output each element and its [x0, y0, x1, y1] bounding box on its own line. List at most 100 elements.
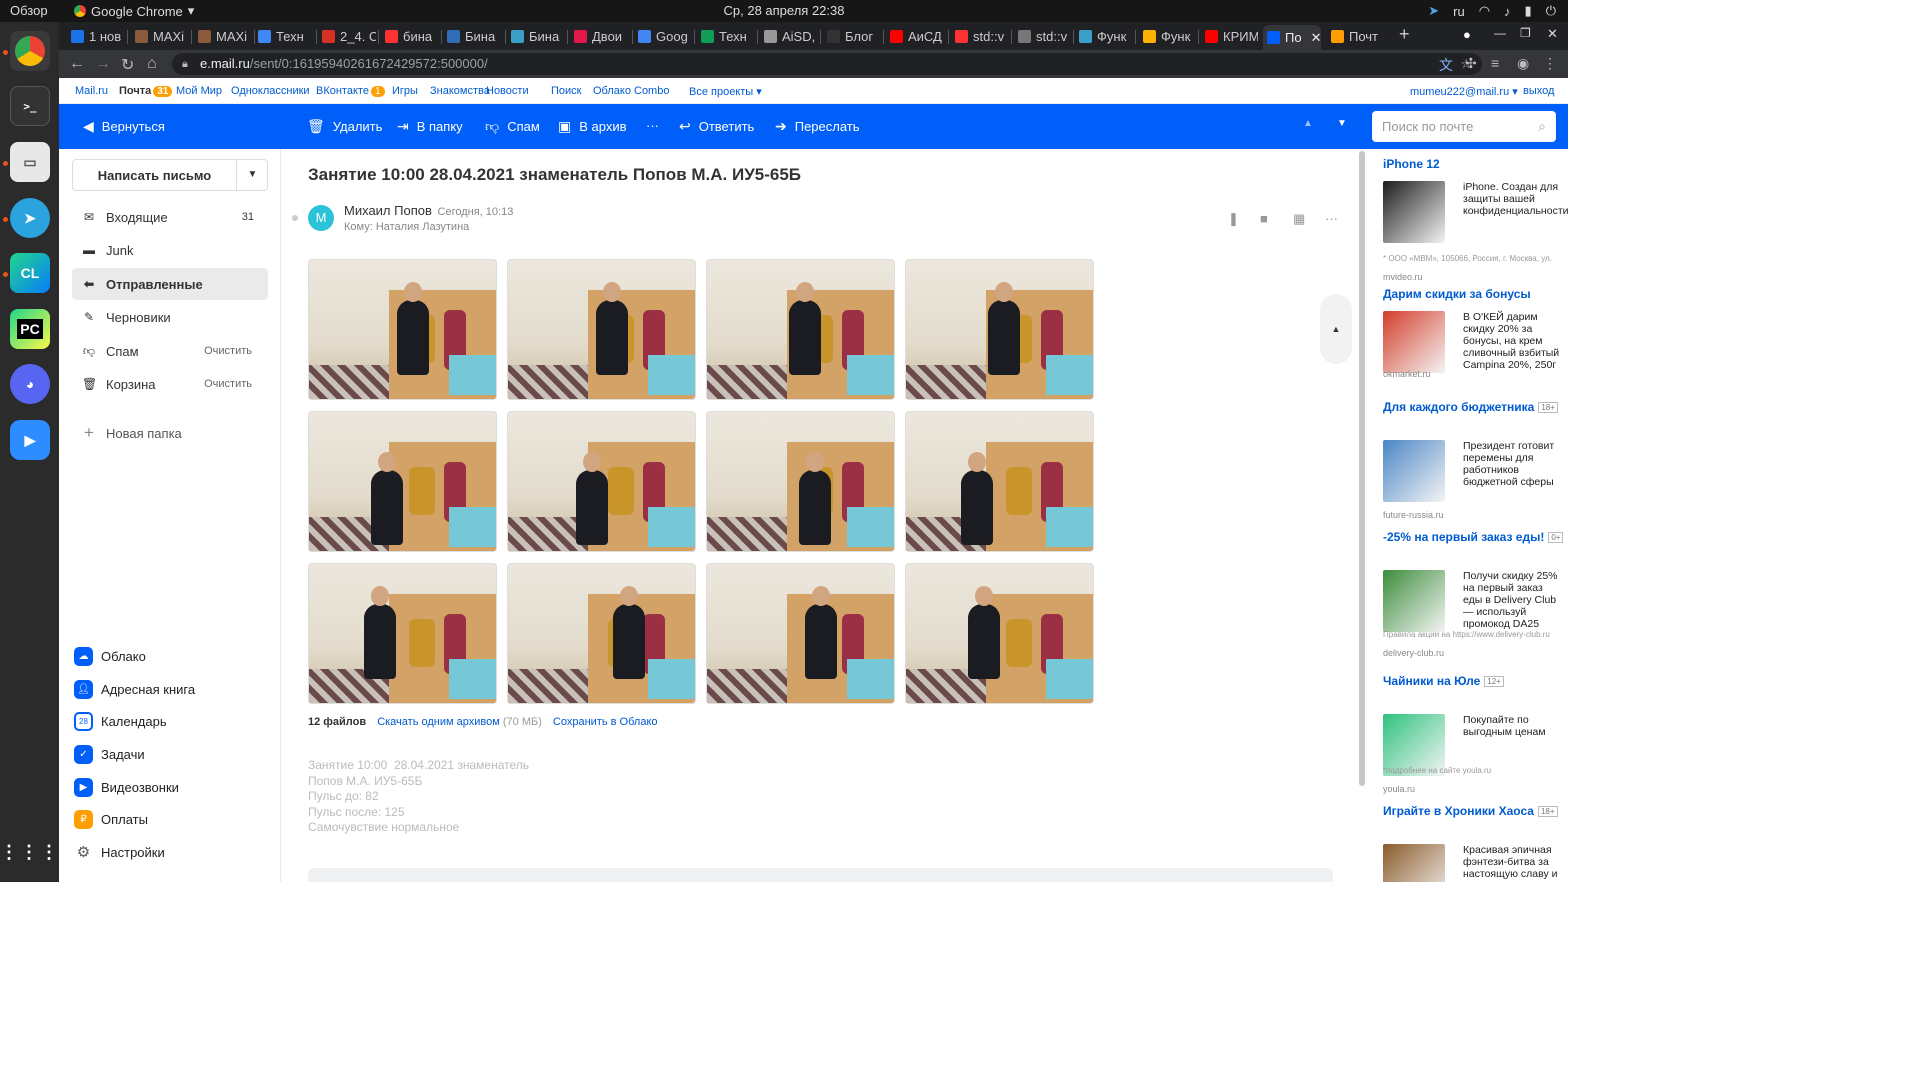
forward-button[interactable]: ➔ Переслать — [775, 118, 860, 135]
reply-button[interactable]: ↩ Ответить — [679, 118, 754, 135]
portal-link[interactable]: Mail.ru — [75, 85, 108, 97]
new-folder-button[interactable]: + Новая папка — [72, 417, 268, 449]
calendar-event-icon[interactable]: ▦ — [1293, 211, 1305, 227]
compose-button[interactable]: Написать письмо ▼ — [72, 159, 268, 191]
portal-link[interactable]: Облако — [593, 85, 631, 97]
attachment-thumbnail[interactable] — [706, 259, 895, 400]
attachment-thumbnail[interactable] — [706, 411, 895, 552]
playlist-icon[interactable]: ≡ — [1491, 55, 1499, 71]
ad-block[interactable]: Играйте в Хроники Хаоса 18+ Красивая эпичн… — [1383, 804, 1563, 882]
message-recipient[interactable]: Кому: Наталия Лазутина — [344, 221, 469, 233]
translate-extension-icon[interactable]: 文 — [1439, 55, 1453, 75]
ad-domain[interactable]: youla.ru — [1383, 784, 1415, 794]
clear-folder-button[interactable]: Очистить — [204, 378, 252, 390]
folder-1[interactable]: ✉ Входящие 31 — [72, 201, 268, 233]
portal-link[interactable]: Combo — [634, 85, 669, 97]
portal-link[interactable]: Мой Мир — [176, 85, 222, 97]
attachment-thumbnail[interactable] — [905, 563, 1094, 704]
sender-name[interactable]: Михаил Попов — [344, 203, 432, 218]
portal-link[interactable]: Поиск — [551, 85, 581, 97]
zoom-dock-icon[interactable]: ▶ — [10, 420, 50, 460]
ad-title[interactable]: -25% на первый заказ еды! 0+ — [1383, 530, 1564, 544]
ad-image[interactable] — [1383, 570, 1445, 632]
extensions-icon[interactable]: ✣ — [1465, 55, 1477, 72]
ad-title[interactable]: Чайники на Юле 12+ — [1383, 674, 1563, 688]
profile-avatar-icon[interactable]: ◉ — [1517, 55, 1529, 72]
browser-tab[interactable]: MAXi — [131, 25, 189, 47]
pycharm-dock-icon[interactable]: PC — [10, 309, 50, 349]
download-archive-link[interactable]: Скачать одним архивом — [377, 716, 500, 728]
attachment-thumbnail[interactable] — [308, 411, 497, 552]
browser-tab[interactable]: АиСД — [886, 25, 946, 47]
ad-block[interactable]: Для каждого бюджетника 18+ Президент готов… — [1383, 400, 1563, 520]
folder-5[interactable]: 👎︎ Спам Очистить — [72, 335, 268, 367]
browser-tab[interactable]: 2_4. С — [318, 25, 376, 47]
ad-image[interactable] — [1383, 440, 1445, 502]
attachment-thumbnail[interactable] — [308, 259, 497, 400]
ad-domain[interactable]: future-russia.ru — [1383, 510, 1444, 520]
video-call-icon[interactable]: ■ — [1260, 211, 1268, 226]
ad-image[interactable] — [1383, 311, 1445, 373]
delete-button[interactable]: 🗑︎ Удалить — [307, 118, 382, 135]
portal-link[interactable]: Почта 31 — [119, 85, 173, 97]
archive-button[interactable]: ▣ В архив — [558, 118, 627, 135]
browser-tab[interactable]: Техн — [254, 25, 314, 47]
browser-tab[interactable]: Блог — [823, 25, 881, 47]
url-field[interactable]: 🔒︎ e.mail.ru/sent/0:16195940261672429572… — [172, 53, 1482, 75]
bookmark-icon[interactable]: ❚ — [1228, 211, 1239, 227]
portal-link[interactable]: Все проекты ▾ — [689, 85, 762, 98]
clear-folder-button[interactable]: Очистить — [204, 345, 252, 357]
portal-link[interactable]: Знакомства — [430, 85, 490, 97]
folder-2[interactable]: ▬ Junk — [72, 234, 268, 266]
ad-title[interactable]: iPhone 12 — [1383, 157, 1563, 171]
ad-title[interactable]: Дарим скидки за бонусы — [1383, 287, 1563, 301]
ad-domain[interactable]: mvideo.ru — [1383, 272, 1423, 282]
forward-arrow-icon[interactable]: → — [95, 55, 111, 73]
tab-close-icon[interactable]: ✕ — [1311, 30, 1321, 46]
ad-block[interactable]: Чайники на Юле 12+ Покупайте по выгодным ц… — [1383, 674, 1563, 794]
browser-tab[interactable]: Двои — [570, 25, 630, 47]
tab-search-icon[interactable]: ● — [1463, 27, 1471, 42]
logout-link[interactable]: выход — [1523, 85, 1554, 97]
attachment-thumbnail[interactable] — [507, 563, 696, 704]
system-tray[interactable]: ➤ ru ◠ ♪ ▮ ⏻ — [1428, 3, 1556, 19]
home-icon[interactable]: ⌂ — [147, 55, 157, 73]
quick-reply-box[interactable] — [308, 868, 1333, 882]
browser-tab[interactable]: По ✕ — [1263, 25, 1321, 50]
browser-tab[interactable]: Функ — [1075, 25, 1133, 47]
attachment-thumbnail[interactable] — [905, 411, 1094, 552]
clion-dock-icon[interactable]: CL — [10, 253, 50, 293]
clock[interactable]: Ср, 28 апреля 22:38 — [0, 3, 1568, 18]
window-maximize-icon[interactable]: ❐ — [1520, 26, 1531, 40]
app-link[interactable]: 👤︎ Адресная книга — [74, 677, 195, 701]
attachment-thumbnail[interactable] — [507, 411, 696, 552]
chrome-menu-icon[interactable]: ⋮ — [1543, 55, 1557, 72]
back-arrow-icon[interactable]: ← — [69, 55, 85, 73]
message-sender[interactable]: Михаил Попов Сегодня, 10:13 — [344, 203, 513, 218]
avatar[interactable]: М — [308, 205, 334, 231]
language-indicator[interactable]: ru — [1453, 4, 1465, 19]
discord-dock-icon[interactable]: ◕ — [10, 364, 50, 404]
ad-image[interactable] — [1383, 844, 1445, 882]
ad-title[interactable]: Для каждого бюджетника 18+ — [1383, 400, 1563, 414]
reload-icon[interactable]: ↻ — [121, 55, 134, 75]
ad-title[interactable]: Играйте в Хроники Хаоса 18+ — [1383, 804, 1563, 818]
browser-tab[interactable]: Техн — [697, 25, 755, 47]
browser-tab[interactable]: Бина — [507, 25, 565, 47]
app-link[interactable]: ✓ Задачи — [74, 742, 145, 766]
folder-4[interactable]: ✎ Черновики — [72, 301, 268, 333]
ad-image[interactable] — [1383, 181, 1445, 243]
attachment-thumbnail[interactable] — [507, 259, 696, 400]
compose-dropdown-icon[interactable]: ▼ — [236, 160, 268, 190]
terminal-dock-icon[interactable]: >_ — [10, 86, 50, 126]
ad-block[interactable]: Дарим скидки за бонусы В О'КЕЙ дарим скид… — [1383, 287, 1563, 407]
spam-button[interactable]: 👎︎ Спам — [485, 118, 540, 135]
browser-tab[interactable]: MAXi — [194, 25, 252, 47]
save-to-cloud-link[interactable]: Сохранить в Облако — [553, 716, 658, 728]
browser-tab[interactable]: бина — [381, 25, 439, 47]
app-link[interactable]: 28 Календарь — [74, 709, 167, 733]
browser-tab[interactable]: AiSD, — [760, 25, 818, 47]
app-link[interactable]: ₽ Оплаты — [74, 807, 148, 831]
browser-tab[interactable]: Бина — [443, 25, 503, 47]
browser-tab[interactable]: КРИМ — [1201, 25, 1258, 47]
